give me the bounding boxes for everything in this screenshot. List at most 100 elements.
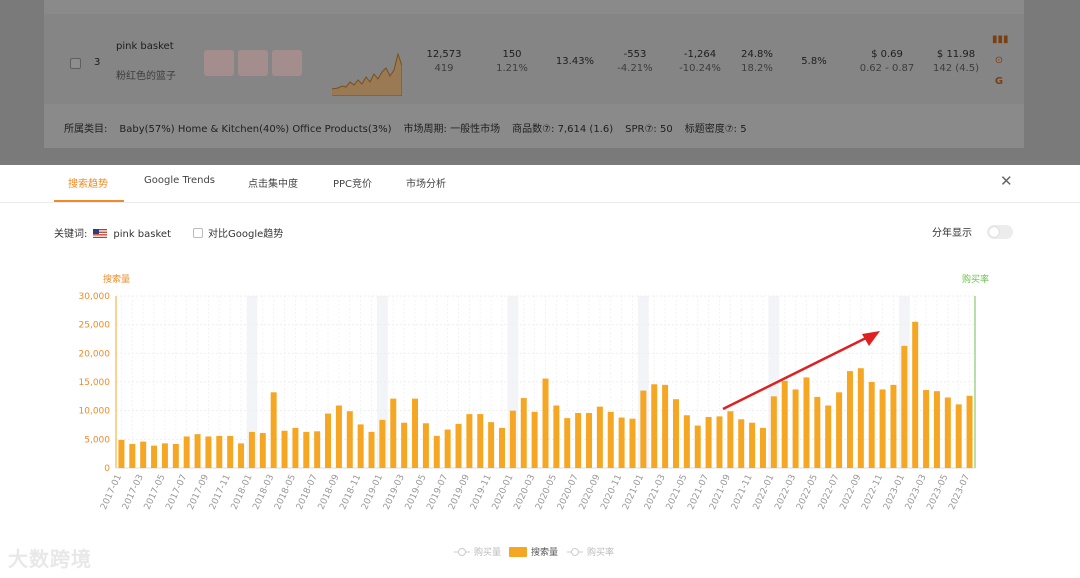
product-row: 3 pink basket 粉红色的篮子 12,573 419 150 1.21% …: [44, 14, 1024, 104]
product-thumb-3[interactable]: [272, 50, 302, 76]
bar-2021-05: [683, 415, 690, 468]
bar-2023-07: [966, 395, 973, 468]
x-tick-label: 2022-09: [839, 473, 864, 512]
x-tick-label: 2021-07: [686, 473, 711, 511]
search-volume-chart: 05,00010,00015,00020,00025,00030,000搜索量购…: [79, 273, 990, 558]
product-thumb-1[interactable]: [204, 50, 234, 76]
bar-2021-07: [705, 416, 712, 468]
yearly-toggle[interactable]: [987, 225, 1013, 239]
x-tick-label: 2023-03: [904, 473, 929, 511]
bar-2019-11: [488, 422, 495, 468]
bar-2020-03: [531, 411, 538, 468]
bar-2019-05: [422, 423, 429, 468]
search-volume: 12,573 419: [426, 49, 462, 74]
bar-2023-03: [923, 390, 930, 468]
bar-2021-06: [694, 425, 701, 468]
bar-2018-05: [292, 427, 299, 468]
google-icon[interactable]: G: [992, 76, 1006, 97]
change-2: -1,264 -10.24%: [679, 49, 721, 74]
ppc-bid: $ 0.69 0.62 - 0.87: [859, 49, 915, 74]
bar-2017-09: [205, 436, 212, 468]
bar-2020-05: [553, 405, 560, 468]
tab-market-analysis[interactable]: 市场分析: [406, 175, 446, 203]
bar-chart-icon[interactable]: ▮▮▮: [992, 34, 1009, 55]
x-tick-label: 2020-07: [556, 473, 581, 511]
x-tick-label: 2017-09: [186, 473, 211, 512]
x-tick-label: 2023-07: [947, 473, 972, 511]
x-tick-label: 2020-01: [491, 473, 516, 511]
x-tick-label: 2022-11: [860, 473, 885, 511]
y-tick-label: 10,000: [79, 407, 111, 417]
x-tick-label: 2017-03: [121, 473, 146, 511]
x-tick-label: 2018-09: [317, 473, 342, 512]
more-icon[interactable]: ⊙: [992, 55, 1006, 76]
bar-2018-09: [335, 405, 342, 468]
close-icon[interactable]: ✕: [1000, 172, 1013, 190]
bar-2021-04: [672, 399, 679, 468]
purchases: 150 1.21%: [496, 49, 528, 74]
bar-2022-05: [814, 396, 821, 468]
dimmed-background: 3 pink basket 粉红色的篮子 12,573 419 150 1.21% …: [0, 0, 1080, 165]
y-tick-label: 20,000: [79, 349, 111, 359]
trend-panel: 搜索趋势 Google Trends 点击集中度 PPC竞价 市场分析 ✕ 关键…: [0, 165, 1080, 578]
market-meta: 所属类目: Baby(57%) Home & Kitchen(40%) Offic…: [64, 120, 759, 135]
bar-2017-12: [238, 443, 245, 468]
bar-2021-10: [738, 419, 745, 468]
x-tick-label: 2017-07: [164, 473, 189, 511]
bar-2017-03: [140, 441, 147, 468]
trend-sparkline[interactable]: [332, 44, 402, 96]
bar-2019-10: [477, 414, 484, 468]
x-tick-label: 2018-05: [273, 473, 298, 511]
bar-2022-10: [868, 382, 875, 468]
bar-2022-11: [879, 389, 886, 468]
x-tick-label: 2018-01: [230, 473, 255, 511]
x-tick-label: 2020-05: [534, 473, 559, 511]
x-tick-label: 2022-05: [795, 473, 820, 511]
tab-click-concentration[interactable]: 点击集中度: [248, 175, 298, 203]
bar-2021-02: [651, 384, 658, 468]
x-tick-label: 2017-05: [143, 473, 168, 511]
bar-2020-09: [596, 406, 603, 468]
tab-google-trends[interactable]: Google Trends: [144, 175, 215, 203]
bar-2021-12: [759, 427, 766, 468]
x-tick-label: 2020-11: [599, 473, 624, 511]
keyword-en[interactable]: pink basket: [116, 40, 174, 54]
bar-2023-01: [901, 345, 908, 468]
legend-rate-label: 购买率: [587, 546, 614, 558]
compare-google-checkbox[interactable]: [193, 228, 204, 238]
x-tick-label: 2018-11: [338, 473, 363, 511]
bar-2020-01: [509, 410, 516, 468]
y-tick-label: 25,000: [79, 321, 111, 331]
bar-2019-02: [390, 398, 397, 468]
x-tick-label: 2021-09: [708, 473, 733, 512]
x-tick-label: 2019-03: [382, 473, 407, 511]
annotation-arrow-head: [862, 331, 880, 346]
compare-google-label[interactable]: 对比Google趋势: [208, 229, 283, 240]
bar-2022-01: [770, 396, 777, 468]
legend-search-label: 搜索量: [531, 546, 558, 558]
bar-2018-07: [314, 431, 321, 468]
bar-2022-09: [857, 368, 864, 468]
bar-2020-11: [618, 417, 625, 468]
tab-search-trend[interactable]: 搜索趋势: [68, 175, 108, 203]
bar-2021-01: [640, 390, 647, 468]
product-thumb-2[interactable]: [238, 50, 268, 76]
tab-ppc-bid[interactable]: PPC竞价: [333, 175, 372, 203]
row-checkbox[interactable]: [70, 58, 81, 69]
click-share: 24.8% 18.2%: [741, 49, 773, 74]
category-label: 所属类目:: [64, 124, 108, 135]
legend-rate-marker: [571, 548, 579, 556]
row-rank: 3: [94, 57, 101, 68]
bar-2020-07: [575, 412, 582, 468]
bar-2017-01: [118, 439, 125, 468]
keyword-value: pink basket: [113, 229, 172, 240]
keyword-label: 关键词:: [54, 229, 88, 240]
bar-2021-09: [727, 411, 734, 468]
bar-2020-06: [564, 418, 571, 468]
bar-2018-11: [357, 424, 364, 468]
x-tick-label: 2020-03: [512, 473, 537, 511]
bar-2017-04: [151, 445, 158, 468]
bar-2020-02: [520, 398, 527, 468]
x-tick-label: 2017-01: [99, 473, 124, 511]
bar-2017-02: [129, 443, 136, 468]
